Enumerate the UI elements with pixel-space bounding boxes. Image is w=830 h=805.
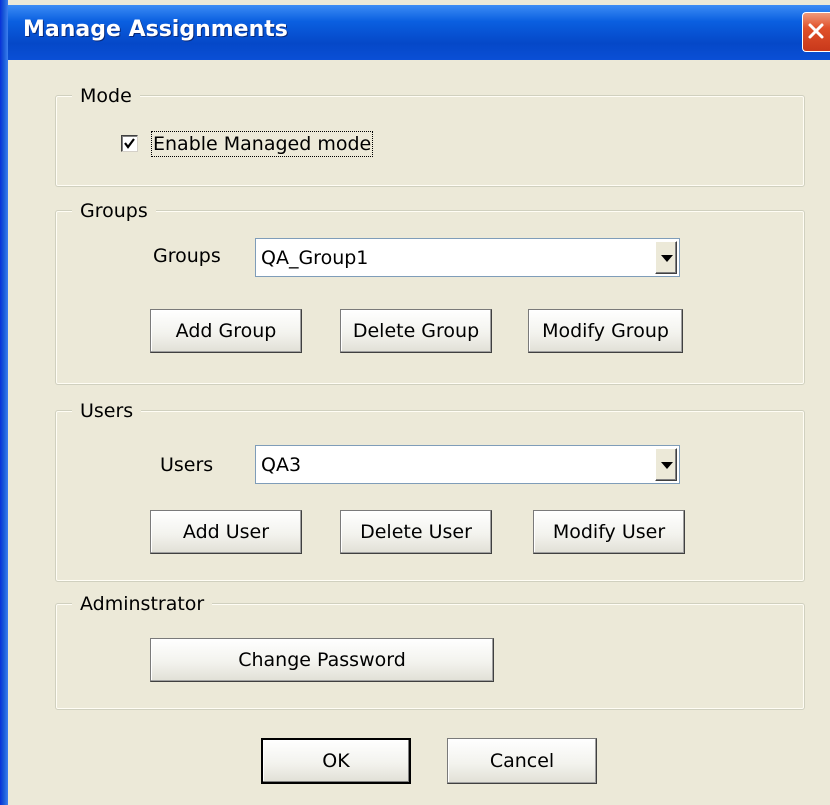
ok-button[interactable]: OK (261, 738, 411, 784)
users-selected-value: QA3 (261, 454, 302, 476)
close-button[interactable] (802, 12, 830, 52)
modify-user-button[interactable]: Modify User (533, 510, 685, 554)
title-bar[interactable]: Manage Assignments (8, 5, 830, 60)
groups-selected-value: QA_Group1 (261, 247, 369, 269)
users-legend: Users (72, 399, 142, 423)
chevron-down-icon (661, 462, 673, 469)
checkmark-icon (124, 138, 135, 149)
modify-group-button[interactable]: Modify Group (528, 309, 683, 353)
delete-user-button[interactable]: Delete User (340, 510, 492, 554)
groups-dropdown[interactable]: QA_Group1 (255, 238, 680, 277)
mode-legend: Mode (72, 84, 140, 108)
add-group-button[interactable]: Add Group (150, 309, 302, 353)
groups-groupbox (55, 210, 805, 385)
window-title: Manage Assignments (23, 17, 288, 42)
users-groupbox (55, 410, 805, 582)
window-frame-left (0, 0, 8, 805)
users-dropdown-arrow[interactable] (655, 448, 677, 481)
users-field-label: Users (160, 454, 214, 476)
administrator-legend: Adminstrator (72, 592, 213, 616)
groups-legend: Groups (72, 199, 156, 223)
chevron-down-icon (661, 255, 673, 262)
groups-field-label: Groups (153, 245, 221, 267)
change-password-button[interactable]: Change Password (150, 638, 494, 682)
users-dropdown[interactable]: QA3 (255, 445, 680, 484)
enable-managed-mode-label[interactable]: Enable Managed mode (151, 131, 374, 157)
cancel-button[interactable]: Cancel (447, 738, 597, 784)
delete-group-button[interactable]: Delete Group (340, 309, 492, 353)
groups-dropdown-arrow[interactable] (655, 241, 677, 274)
add-user-button[interactable]: Add User (150, 510, 302, 554)
enable-managed-mode-checkbox[interactable] (121, 135, 138, 152)
